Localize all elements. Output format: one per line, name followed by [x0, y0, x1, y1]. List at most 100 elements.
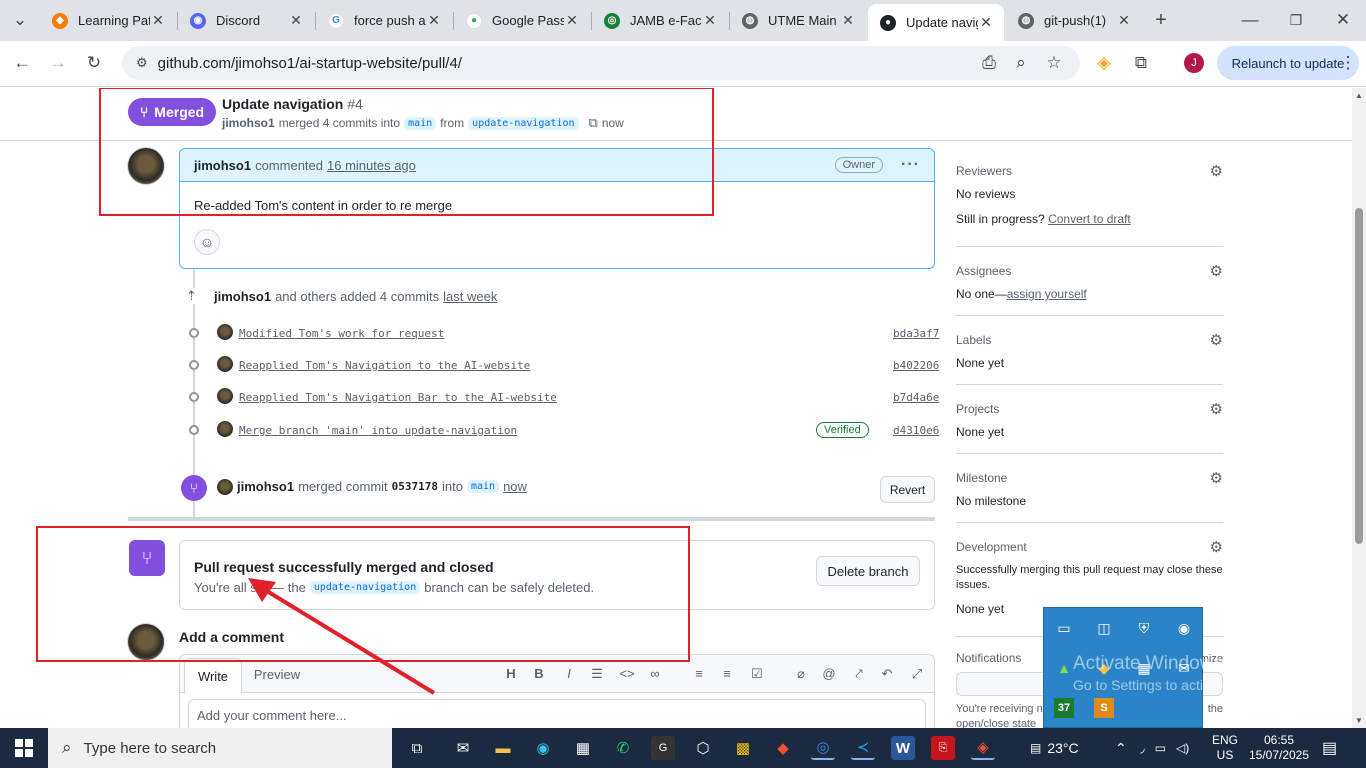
- merge-time[interactable]: now: [503, 479, 527, 494]
- display-icon[interactable]: ▭: [1054, 618, 1074, 638]
- restore-icon[interactable]: ❐: [1284, 8, 1308, 32]
- minimize-icon[interactable]: —: [1238, 8, 1262, 32]
- clock[interactable]: 06:55 15/07/2025: [1249, 728, 1309, 768]
- address-bar[interactable]: ⚙ github.com/jimohso1/ai-startup-website…: [122, 46, 1080, 80]
- tab-preview[interactable]: Preview: [244, 655, 310, 693]
- g-app-icon[interactable]: G: [651, 736, 675, 760]
- close-icon[interactable]: ✕: [426, 12, 442, 29]
- drive-icon[interactable]: ▲: [1054, 658, 1074, 678]
- mail-icon[interactable]: ✉: [451, 736, 475, 760]
- merge-sha[interactable]: 0537178: [392, 480, 438, 493]
- bookmark-star-icon[interactable]: ☆: [1042, 51, 1066, 75]
- close-window-icon[interactable]: ✕: [1331, 8, 1355, 32]
- back-icon[interactable]: ←: [10, 51, 34, 75]
- avatar[interactable]: [127, 623, 165, 661]
- more-options-icon[interactable]: ···: [901, 156, 920, 174]
- quote-icon[interactable]: ☰: [588, 666, 606, 682]
- avatar[interactable]: [127, 147, 165, 185]
- menu-icon[interactable]: ⋮: [1336, 51, 1360, 75]
- badge-37-icon[interactable]: 37: [1054, 698, 1074, 718]
- tab-git-push[interactable]: ◍ git-push(1) ✕: [1006, 0, 1142, 41]
- virtualbox-icon[interactable]: ⬡: [691, 736, 715, 760]
- whatsapp-icon[interactable]: ✆: [611, 736, 635, 760]
- file-explorer-icon[interactable]: ▬: [491, 736, 515, 760]
- close-icon[interactable]: ✕: [840, 12, 856, 29]
- edge-icon[interactable]: ◉: [531, 736, 555, 760]
- forward-icon[interactable]: →: [46, 51, 70, 75]
- git-icon[interactable]: ◆: [771, 736, 795, 760]
- extensions-puzzle-icon[interactable]: ⧉: [1129, 51, 1153, 75]
- commit-sha[interactable]: d4310e6: [893, 424, 939, 437]
- bulleted-list-icon[interactable]: ≡: [718, 666, 736, 681]
- cross-reference-icon[interactable]: ⤤: [850, 666, 868, 682]
- close-icon[interactable]: ✕: [1116, 12, 1132, 29]
- commits-time[interactable]: last week: [443, 289, 497, 304]
- tab-force-push[interactable]: G force push a ✕: [316, 0, 452, 41]
- start-button[interactable]: [0, 728, 48, 768]
- site-info-icon[interactable]: ⚙: [136, 55, 148, 71]
- gear-icon[interactable]: ⚙: [1210, 469, 1223, 487]
- close-icon[interactable]: ✕: [702, 12, 718, 29]
- close-icon[interactable]: ✕: [978, 14, 994, 31]
- chrome-icon[interactable]: ◎: [811, 736, 835, 760]
- close-icon[interactable]: ✕: [564, 12, 580, 29]
- security-shield-icon[interactable]: ⛨: [1134, 618, 1154, 638]
- assign-yourself-link[interactable]: assign yourself: [1007, 287, 1087, 301]
- app-grid-icon[interactable]: ▩: [731, 736, 755, 760]
- store-icon[interactable]: ▦: [571, 736, 595, 760]
- convert-to-draft-link[interactable]: Convert to draft: [1048, 212, 1131, 226]
- taskbar-search[interactable]: ⌕ Type here to search: [48, 728, 392, 768]
- avatar[interactable]: [217, 479, 233, 495]
- tab-write[interactable]: Write: [184, 658, 242, 694]
- verified-badge[interactable]: Verified: [816, 422, 869, 438]
- avatar[interactable]: [217, 388, 233, 404]
- bold-icon[interactable]: B: [530, 666, 548, 681]
- vscode-icon[interactable]: ≺: [851, 736, 875, 760]
- gear-icon[interactable]: ⚙: [1210, 538, 1223, 556]
- comment-input[interactable]: Add your comment here...: [188, 699, 926, 728]
- s-app-icon[interactable]: S: [1094, 698, 1114, 718]
- fullscreen-icon[interactable]: ⤢: [908, 666, 926, 682]
- reload-icon[interactable]: ↻: [82, 51, 106, 75]
- commit-sha[interactable]: b7d4a6e: [893, 391, 939, 404]
- commit-message[interactable]: Reapplied Tom's Navigation Bar to the AI…: [239, 391, 557, 404]
- avatar[interactable]: [217, 421, 233, 437]
- tab-search-icon[interactable]: ⌄: [8, 8, 32, 32]
- italic-icon[interactable]: I: [560, 666, 578, 681]
- tab-learning[interactable]: ◆ Learning Pat ✕: [40, 0, 176, 41]
- commit-message[interactable]: Reapplied Tom's Navigation to the AI-web…: [239, 359, 530, 372]
- close-icon[interactable]: ✕: [288, 12, 304, 29]
- avatar[interactable]: [217, 324, 233, 340]
- gear-icon[interactable]: ⚙: [1210, 400, 1223, 418]
- heading-icon[interactable]: H: [502, 666, 520, 681]
- pr-title[interactable]: Update navigation #4: [222, 96, 363, 112]
- tab-utme[interactable]: ◍ UTME Main ✕: [730, 0, 866, 41]
- commit-message[interactable]: Modified Tom's work for request: [239, 327, 444, 340]
- attachment-icon[interactable]: ⌀: [792, 666, 810, 682]
- merge-author[interactable]: jimohso1: [237, 479, 294, 494]
- close-icon[interactable]: ✕: [150, 12, 166, 29]
- zoom-icon[interactable]: ⌕: [1009, 51, 1033, 75]
- head-branch[interactable]: update-navigation: [468, 116, 579, 130]
- search-app-icon[interactable]: ◉: [1174, 618, 1194, 638]
- code-icon[interactable]: <>: [618, 666, 636, 681]
- add-reaction-icon[interactable]: ☺: [194, 229, 220, 255]
- new-tab-icon[interactable]: +: [1149, 8, 1173, 32]
- language-indicator[interactable]: ENG US: [1212, 728, 1238, 768]
- commit-sha[interactable]: bda3af7: [893, 327, 939, 340]
- tab-google-pass[interactable]: ● Google Pass ✕: [454, 0, 590, 41]
- install-app-icon[interactable]: ⎙: [977, 51, 1001, 75]
- commit-message[interactable]: Merge branch 'main' into update-navigati…: [239, 424, 517, 437]
- extension-icon[interactable]: ◈: [1092, 51, 1116, 75]
- word-icon[interactable]: W: [891, 736, 915, 760]
- tab-discord[interactable]: ◉ Discord ✕: [178, 0, 314, 41]
- gear-icon[interactable]: ⚙: [1210, 262, 1223, 280]
- task-list-icon[interactable]: ☑: [748, 666, 766, 682]
- system-icons[interactable]: ◞ ▭ ◁): [1140, 728, 1189, 768]
- tab-update-navigation[interactable]: ● Update navig ✕: [868, 4, 1004, 41]
- delete-branch-button[interactable]: Delete branch: [816, 556, 920, 586]
- scroll-up-icon[interactable]: ▲: [1355, 91, 1363, 100]
- gear-icon[interactable]: ⚙: [1210, 162, 1223, 180]
- scroll-down-icon[interactable]: ▼: [1355, 716, 1363, 725]
- undo-icon[interactable]: ↶: [878, 666, 896, 682]
